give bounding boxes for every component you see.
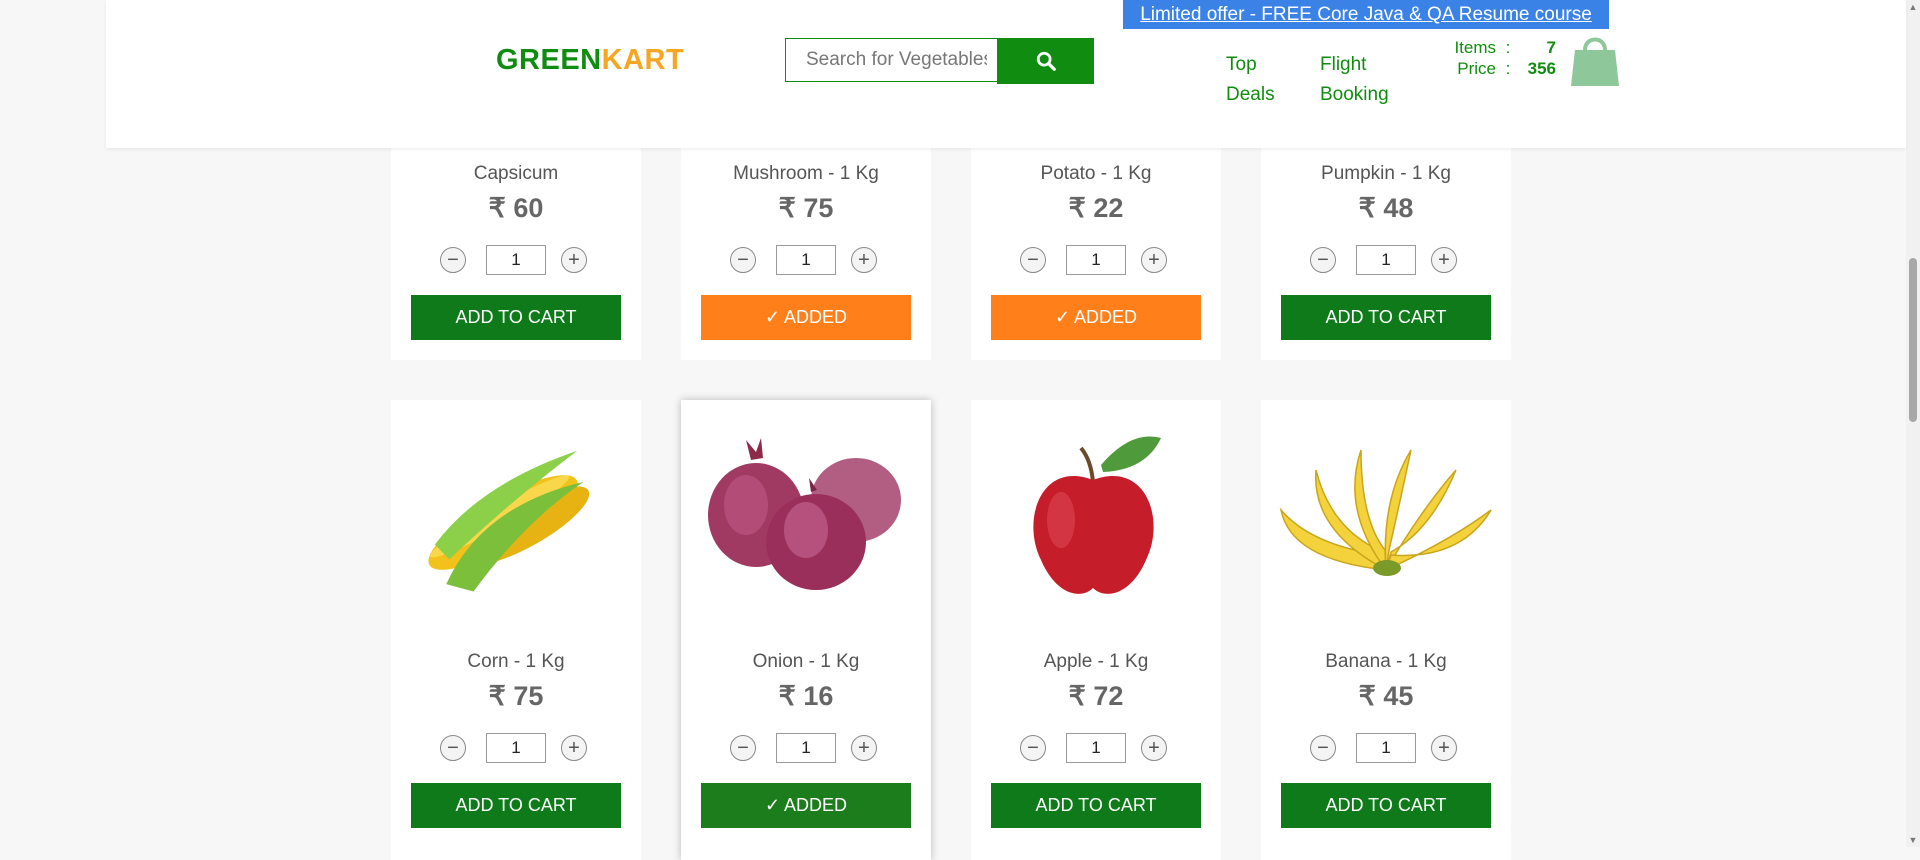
quantity-stepper: − + — [681, 733, 931, 763]
increment-button[interactable]: + — [851, 247, 877, 273]
added-to-cart-button[interactable]: ✓ ADDED — [701, 295, 911, 340]
quantity-input[interactable] — [1356, 733, 1416, 763]
search-bar — [785, 38, 1146, 84]
scrollbar-thumb[interactable] — [1909, 258, 1917, 422]
add-to-cart-button[interactable]: ADD TO CART — [1281, 295, 1491, 340]
product-image-banana — [1271, 420, 1501, 610]
cart-price-label: Price — [1457, 59, 1496, 78]
nav-top-deals[interactable]: Top Deals — [1226, 50, 1296, 110]
product-name: Pumpkin - 1 Kg — [1321, 163, 1451, 184]
product-card: Corn - 1 Kg ₹ 75 − + ADD TO CART — [391, 400, 641, 860]
decrement-button[interactable]: − — [1020, 247, 1046, 273]
promo-banner-link[interactable]: Limited offer - FREE Core Java & QA Resu… — [1123, 0, 1609, 29]
decrement-button[interactable]: − — [1310, 735, 1336, 761]
quantity-input[interactable] — [1356, 245, 1416, 275]
decrement-button[interactable]: − — [440, 735, 466, 761]
increment-button[interactable]: + — [1141, 735, 1167, 761]
product-image-corn — [401, 420, 631, 610]
product-name: Onion - 1 Kg — [752, 651, 860, 672]
quantity-input[interactable] — [486, 733, 546, 763]
page-scrollbar[interactable]: ▲ ▼ — [1906, 0, 1920, 847]
cart-price-total: 356 — [1527, 59, 1556, 78]
add-to-cart-button[interactable]: ADD TO CART — [991, 783, 1201, 828]
decrement-button[interactable]: − — [730, 247, 756, 273]
product-price: ₹ 75 — [778, 193, 834, 223]
increment-button[interactable]: + — [851, 735, 877, 761]
add-to-cart-button[interactable]: ADD TO CART — [411, 783, 621, 828]
cart-price-sep: : — [1505, 59, 1511, 78]
nav-flight-booking-line2: Booking — [1320, 84, 1389, 105]
search-button[interactable] — [997, 38, 1094, 84]
product-price: ₹ 60 — [488, 193, 544, 223]
increment-button[interactable]: + — [1431, 247, 1457, 273]
add-to-cart-button[interactable]: ADD TO CART — [411, 295, 621, 340]
brand-kart-text: KART — [601, 44, 685, 76]
product-price: ₹ 72 — [1068, 681, 1124, 711]
cart-items-count: 7 — [1546, 38, 1556, 57]
search-icon — [1036, 51, 1056, 71]
quantity-input[interactable] — [1066, 245, 1126, 275]
decrement-button[interactable]: − — [1310, 247, 1336, 273]
increment-button[interactable]: + — [1141, 247, 1167, 273]
product-price: ₹ 45 — [1358, 681, 1414, 711]
product-name: Potato - 1 Kg — [1040, 163, 1152, 184]
quantity-input[interactable] — [776, 733, 836, 763]
product-name: Capsicum — [473, 163, 559, 184]
quantity-stepper: − + — [391, 733, 641, 763]
product-card: Apple - 1 Kg ₹ 72 − + ADD TO CART — [971, 400, 1221, 860]
cart-bag-icon[interactable] — [1570, 32, 1620, 88]
product-image-apple — [981, 420, 1211, 610]
quantity-stepper: − + — [391, 245, 641, 275]
quantity-input[interactable] — [776, 245, 836, 275]
scroll-down-arrow-icon[interactable]: ▼ — [1908, 835, 1918, 845]
quantity-stepper: − + — [1261, 245, 1511, 275]
product-price: ₹ 75 — [488, 681, 544, 711]
product-name: Mushroom - 1 Kg — [733, 163, 879, 184]
quantity-stepper: − + — [1261, 733, 1511, 763]
nav-top-deals-line2: Deals — [1226, 84, 1275, 105]
search-input[interactable] — [785, 38, 997, 82]
increment-button[interactable]: + — [1431, 735, 1457, 761]
product-image-onion — [691, 420, 921, 610]
decrement-button[interactable]: − — [440, 247, 466, 273]
increment-button[interactable]: + — [561, 247, 587, 273]
site-header: GREENKART Top Deals Flight Booking Items… — [106, 0, 1906, 148]
decrement-button[interactable]: − — [1020, 735, 1046, 761]
cart-items-label: Items — [1454, 38, 1496, 57]
decrement-button[interactable]: − — [730, 735, 756, 761]
quantity-stepper: − + — [681, 245, 931, 275]
product-name: Apple - 1 Kg — [1043, 651, 1149, 672]
quantity-stepper: − + — [971, 245, 1221, 275]
add-to-cart-button[interactable]: ADD TO CART — [1281, 783, 1491, 828]
product-price: ₹ 48 — [1358, 193, 1414, 223]
increment-button[interactable]: + — [561, 735, 587, 761]
added-to-cart-button[interactable]: ✓ ADDED — [991, 295, 1201, 340]
cart-summary: Items : 7 Price : 356 — [1442, 37, 1556, 79]
brand-green-text: GREEN — [496, 44, 602, 76]
brand-logo[interactable]: GREENKART — [496, 44, 684, 77]
nav-flight-booking[interactable]: Flight Booking — [1320, 50, 1410, 110]
nav-flight-booking-line1: Flight — [1320, 54, 1367, 75]
cart-items-sep: : — [1505, 38, 1511, 57]
scroll-up-arrow-icon[interactable]: ▲ — [1908, 2, 1918, 12]
quantity-stepper: − + — [971, 733, 1221, 763]
product-price: ₹ 22 — [1068, 193, 1124, 223]
product-name: Corn - 1 Kg — [467, 651, 565, 672]
quantity-input[interactable] — [1066, 733, 1126, 763]
added-to-cart-button[interactable]: ✓ ADDED — [701, 783, 911, 828]
nav-top-deals-line1: Top — [1226, 54, 1257, 75]
product-name: Banana - 1 Kg — [1325, 651, 1447, 672]
product-card: Banana - 1 Kg ₹ 45 − + ADD TO CART — [1261, 400, 1511, 860]
product-card: Onion - 1 Kg ₹ 16 − + ✓ ADDED — [681, 400, 931, 860]
product-price: ₹ 16 — [778, 681, 834, 711]
quantity-input[interactable] — [486, 245, 546, 275]
